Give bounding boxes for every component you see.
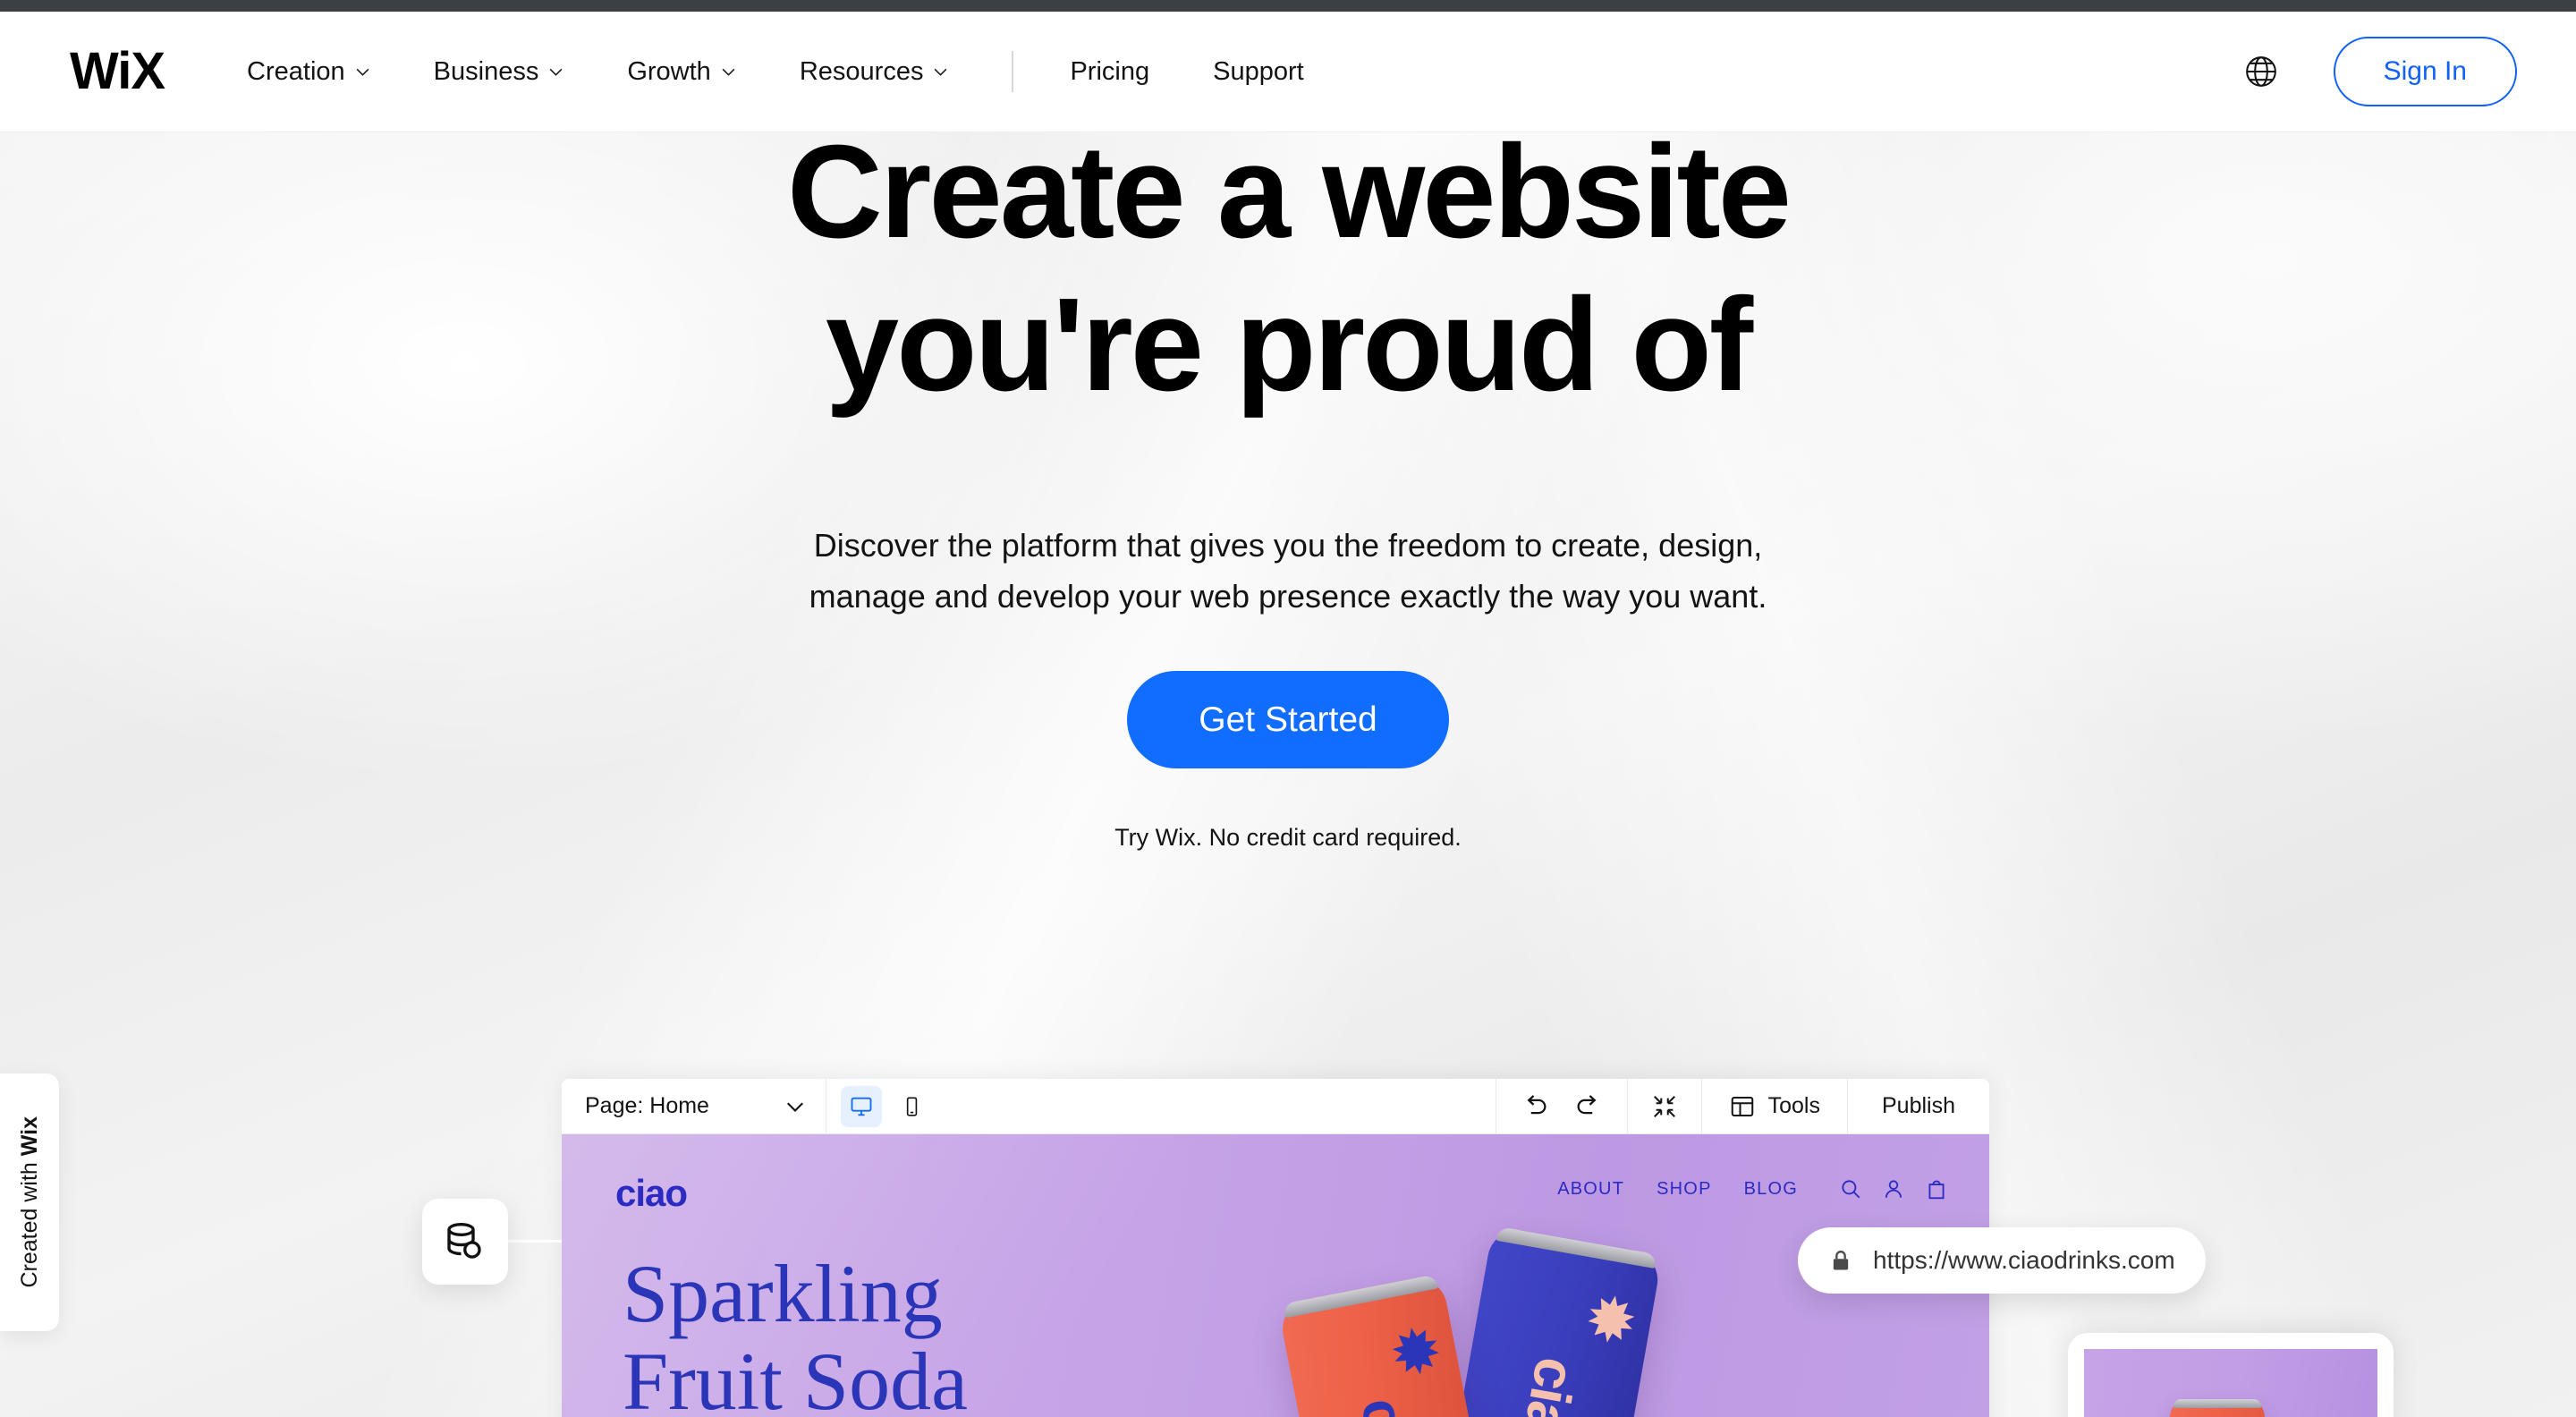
hero-cta-wrapper: Get Started bbox=[0, 671, 2576, 768]
search-icon[interactable] bbox=[1839, 1177, 1862, 1201]
hero-headline-line1: Create a website bbox=[786, 132, 1792, 266]
can-rim bbox=[1496, 1226, 1657, 1269]
wix-logo-text: WiX bbox=[70, 42, 165, 100]
orange-can: ciao bbox=[1277, 1273, 1497, 1417]
site-logo[interactable]: ciao bbox=[615, 1172, 688, 1215]
publish-button[interactable]: Publish bbox=[1847, 1079, 1989, 1133]
can-rim bbox=[1283, 1274, 1438, 1319]
top-navigation-bar: WiX Creation Business Growth Resources P… bbox=[0, 12, 2576, 132]
page-selector-label: Page: Home bbox=[585, 1093, 709, 1118]
mobile-view-button[interactable] bbox=[891, 1086, 932, 1127]
hero-subtitle-line1: Discover the platform that gives you the… bbox=[813, 527, 1763, 564]
phone-icon bbox=[906, 1096, 918, 1116]
site-preview-canvas: ciao ABOUT SHOP BLOG Sparkling Fruit Sod… bbox=[562, 1134, 1989, 1417]
chevron-down-icon bbox=[356, 68, 369, 76]
panel-icon bbox=[1731, 1096, 1753, 1116]
nav-item-business[interactable]: Business bbox=[434, 57, 564, 87]
blue-can: ciao bbox=[1439, 1225, 1663, 1417]
desktop-view-button[interactable] bbox=[841, 1085, 882, 1127]
created-with-wix-badge[interactable]: Created with Wix bbox=[0, 1073, 59, 1331]
site-url-text: https://www.ciaodrinks.com bbox=[1873, 1246, 2175, 1274]
globe-icon[interactable] bbox=[2244, 55, 2278, 89]
site-nav-item-shop[interactable]: SHOP bbox=[1657, 1179, 1711, 1200]
blue-can-label: ciao bbox=[1506, 1353, 1589, 1417]
can-rim bbox=[2174, 1399, 2261, 1408]
hero-cta-note: Try Wix. No credit card required. bbox=[1114, 824, 1462, 851]
sign-in-button[interactable]: Sign In bbox=[2333, 37, 2517, 106]
wix-logo[interactable]: WiX bbox=[70, 46, 165, 98]
site-nav-icons bbox=[1839, 1177, 1948, 1201]
orange-can-label: ciao bbox=[1348, 1392, 1434, 1417]
tablet-preview-screen: ciao bbox=[2084, 1349, 2377, 1417]
account-icon[interactable] bbox=[1882, 1177, 1905, 1201]
redo-icon[interactable] bbox=[1573, 1091, 1604, 1122]
nav-item-support[interactable]: Support bbox=[1213, 57, 1304, 87]
site-nav: ABOUT SHOP BLOG bbox=[1557, 1177, 1948, 1201]
new-formula-burst-icon bbox=[1392, 1328, 1439, 1375]
monitor-icon bbox=[851, 1097, 872, 1116]
chevron-down-icon bbox=[935, 68, 947, 76]
browser-chrome-edge bbox=[0, 0, 2576, 12]
site-nav-item-about[interactable]: ABOUT bbox=[1557, 1179, 1624, 1200]
database-chip[interactable] bbox=[422, 1199, 508, 1285]
lock-icon bbox=[1833, 1251, 1849, 1270]
tablet-orange-can: ciao bbox=[2170, 1399, 2265, 1417]
hero-subtitle: Discover the platform that gives you the… bbox=[0, 521, 2576, 623]
nav-item-growth[interactable]: Growth bbox=[627, 57, 735, 87]
tools-button-label: Tools bbox=[1767, 1093, 1820, 1118]
device-toggle-group bbox=[826, 1079, 946, 1133]
database-icon bbox=[447, 1222, 481, 1259]
database-connector-line bbox=[508, 1240, 562, 1243]
site-url-pill: https://www.ciaodrinks.com bbox=[1798, 1227, 2206, 1294]
hero-subtitle-line2: manage and develop your web presence exa… bbox=[809, 577, 1767, 615]
site-headline-line2: Fruit Soda bbox=[623, 1335, 968, 1417]
nav-item-growth-label: Growth bbox=[627, 56, 711, 86]
new-formula-burst-icon bbox=[1588, 1295, 1635, 1343]
nav-divider bbox=[1012, 51, 1014, 92]
nav-item-creation-label: Creation bbox=[247, 56, 345, 86]
publish-button-label: Publish bbox=[1882, 1093, 1955, 1118]
zoom-out-button[interactable] bbox=[1626, 1079, 1701, 1133]
site-headline-line1: Sparkling bbox=[623, 1248, 943, 1339]
tools-button[interactable]: Tools bbox=[1700, 1079, 1847, 1133]
nav-item-resources[interactable]: Resources bbox=[800, 57, 949, 87]
get-started-button[interactable]: Get Started bbox=[1127, 671, 1449, 768]
bag-icon[interactable] bbox=[1925, 1177, 1948, 1201]
nav-item-creation[interactable]: Creation bbox=[247, 57, 370, 87]
history-controls bbox=[1495, 1079, 1627, 1133]
created-with-wix-label: Created with Wix bbox=[16, 1116, 42, 1288]
site-headline: Sparkling Fruit Soda bbox=[623, 1248, 968, 1417]
editor-toolbar: Page: Home Tools Publish bbox=[562, 1079, 1989, 1134]
page-selector-dropdown[interactable]: Page: Home bbox=[562, 1079, 826, 1133]
site-nav-item-blog[interactable]: BLOG bbox=[1744, 1179, 1798, 1200]
chevron-down-icon bbox=[549, 68, 563, 76]
product-cans-image: ciao ciao bbox=[1241, 1204, 1868, 1417]
hero-headline-line2: you're proud of bbox=[825, 270, 1753, 419]
zoom-out-icon bbox=[1653, 1095, 1675, 1117]
nav-item-business-label: Business bbox=[433, 56, 539, 86]
tablet-preview: ciao bbox=[2068, 1333, 2394, 1417]
nav-item-resources-label: Resources bbox=[799, 56, 924, 86]
site-editor-window: Page: Home Tools Publish ciao ABOUT SHOP… bbox=[562, 1079, 1989, 1417]
nav-right-group: Sign In bbox=[2244, 37, 2517, 106]
nav-item-pricing[interactable]: Pricing bbox=[1070, 57, 1149, 87]
chevron-down-icon bbox=[722, 68, 735, 76]
hero-section: Create a website you're proud of Discove… bbox=[0, 132, 2576, 1417]
undo-icon[interactable] bbox=[1520, 1091, 1550, 1122]
chevron-down-icon bbox=[787, 1102, 803, 1112]
nav-links-group: Creation Business Growth Resources Prici… bbox=[247, 51, 1368, 92]
page-title: Create a website you're proud of bbox=[0, 132, 2576, 413]
